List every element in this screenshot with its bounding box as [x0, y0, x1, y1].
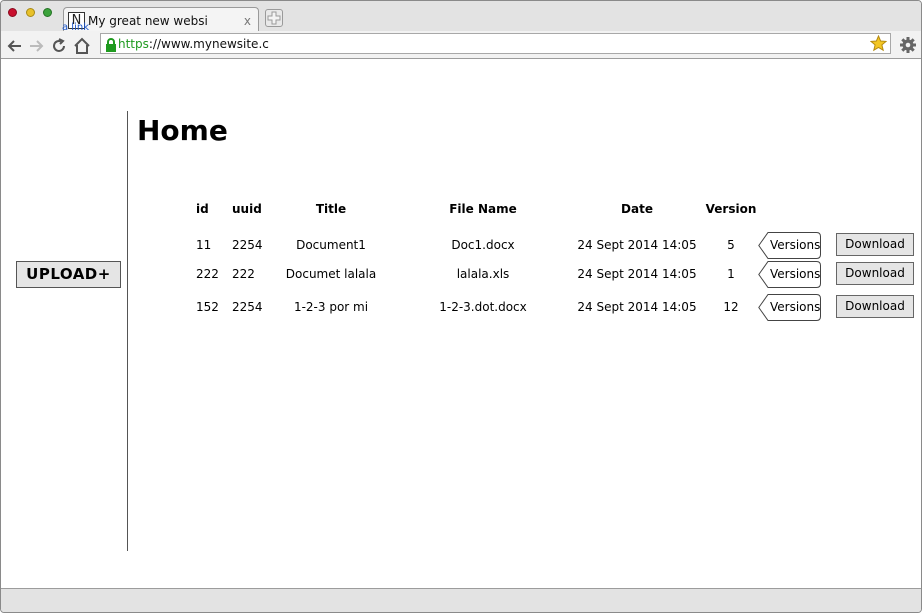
cell-title: Documet lalala	[285, 267, 377, 281]
cell-version: 5	[727, 238, 735, 252]
column-header-version: Version	[705, 202, 757, 216]
column-header-title: Title	[315, 202, 347, 216]
back-arrow-icon[interactable]	[6, 37, 24, 55]
url-text: https://www.mynewsite.c	[118, 37, 269, 51]
page-content: UPLOAD+ Home id uuid Title File Name Dat…	[1, 59, 921, 588]
cell-version: 12	[723, 300, 739, 314]
column-header-uuid: uuid	[232, 202, 262, 216]
cell-uuid: 2254	[232, 238, 263, 252]
lock-icon	[105, 37, 117, 52]
cell-title: 1-2-3 por mi	[293, 300, 369, 314]
cell-file-name: lalala.xls	[456, 267, 510, 281]
sidebar-divider	[127, 111, 128, 551]
cell-uuid: 222	[232, 267, 255, 281]
bookmark-star-icon[interactable]	[869, 34, 888, 52]
versions-label: Versions	[770, 300, 821, 314]
download-button[interactable]: Download	[836, 233, 914, 256]
plus-icon	[267, 11, 281, 25]
cell-id: 152	[196, 300, 219, 314]
column-header-file-name: File Name	[449, 202, 517, 216]
column-header-id: id	[196, 202, 209, 216]
url-scheme: https	[118, 37, 149, 51]
cell-id: 11	[196, 238, 212, 252]
reload-icon[interactable]	[50, 37, 68, 55]
gear-icon[interactable]	[899, 36, 917, 54]
forward-arrow-icon[interactable]	[27, 37, 45, 55]
column-header-date: Date	[621, 202, 653, 216]
cell-date: 24 Sept 2014 14:05	[577, 267, 697, 281]
cell-date: 24 Sept 2014 14:05	[577, 300, 697, 314]
cell-id: 222	[196, 267, 219, 281]
address-bar[interactable]: https://www.mynewsite.c	[100, 33, 891, 54]
url-host: ://www.mynewsite.c	[148, 37, 269, 51]
versions-button[interactable]: Versions	[758, 294, 821, 321]
download-button[interactable]: Download	[836, 262, 914, 285]
cell-title: Document1	[296, 238, 366, 252]
versions-button[interactable]: Versions	[758, 232, 821, 259]
versions-label: Versions	[770, 267, 821, 281]
cell-uuid: 2254	[232, 300, 263, 314]
zoom-window-icon[interactable]	[43, 8, 52, 17]
browser-window: N My great new websi x a link https://ww…	[0, 0, 922, 613]
cell-version: 1	[727, 267, 735, 281]
tab-bar: N My great new websi x a link	[1, 1, 921, 33]
close-window-icon[interactable]	[8, 8, 17, 17]
cell-date: 24 Sept 2014 14:05	[577, 238, 697, 252]
versions-label: Versions	[770, 238, 821, 252]
status-bar	[1, 588, 921, 612]
home-icon[interactable]	[73, 37, 91, 55]
browser-toolbar: https://www.mynewsite.c	[1, 31, 921, 59]
new-tab-button[interactable]	[265, 9, 283, 27]
page-title: Home	[137, 114, 228, 147]
cell-file-name: Doc1.docx	[451, 238, 515, 252]
upload-button[interactable]: UPLOAD+	[16, 261, 121, 288]
versions-button[interactable]: Versions	[758, 261, 821, 288]
tab-title: My great new websi	[88, 14, 208, 28]
download-button[interactable]: Download	[836, 295, 914, 318]
cell-file-name: 1-2-3.dot.docx	[439, 300, 527, 314]
browser-tab[interactable]: N My great new websi x a link	[62, 7, 259, 33]
tab-close-icon[interactable]: x	[244, 14, 251, 28]
minimize-window-icon[interactable]	[26, 8, 35, 17]
